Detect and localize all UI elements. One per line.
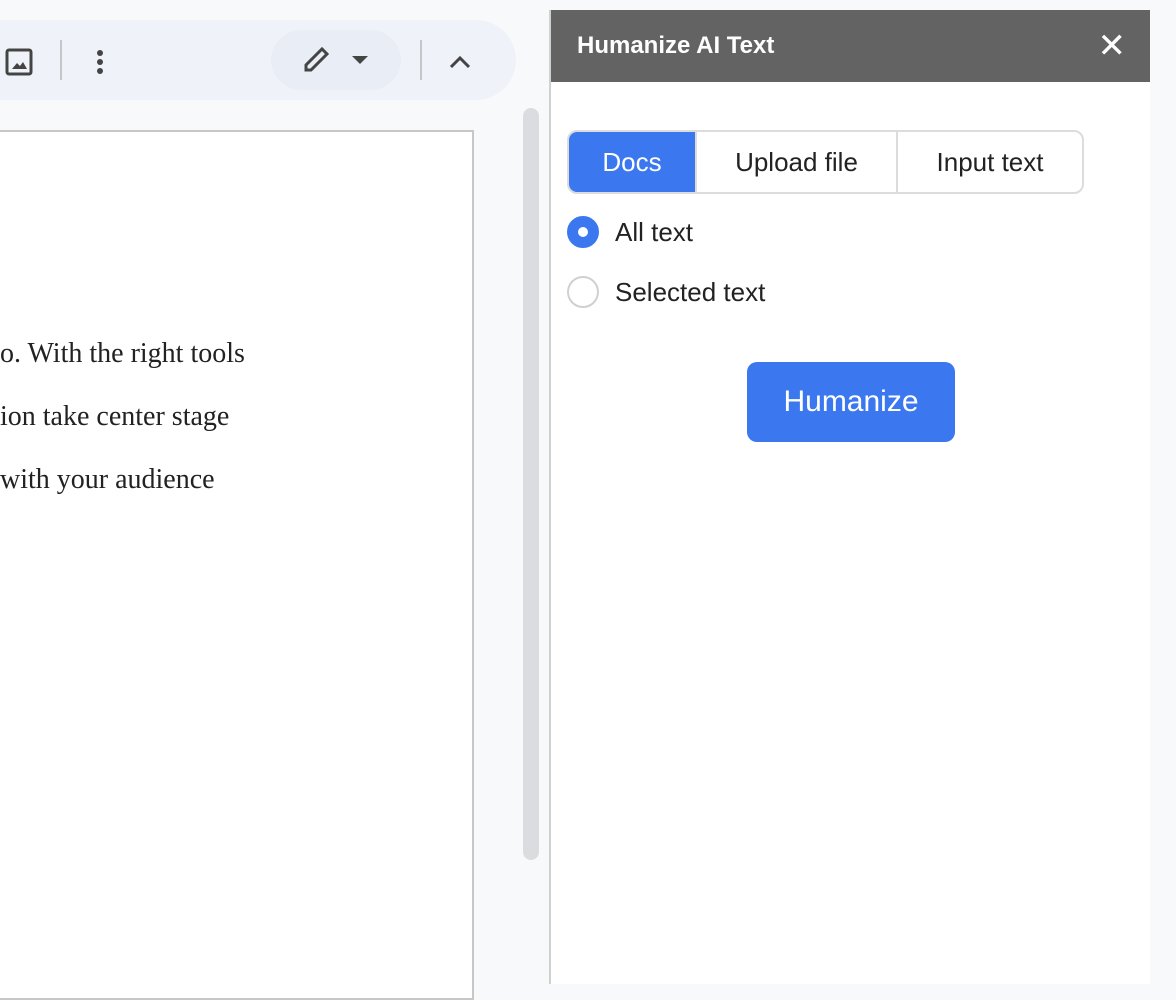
editing-mode-button[interactable] (271, 30, 401, 90)
tab-input-text[interactable]: Input text (898, 132, 1082, 192)
document-line: o. With the right tools (0, 338, 245, 369)
edit-pencil-icon (304, 46, 330, 72)
humanize-button[interactable]: Humanize (747, 362, 955, 442)
toolbar-divider (60, 40, 62, 80)
radio-label: All text (615, 216, 694, 247)
humanize-sidebar: Humanize AI Text ✕ Docs Upload file Inpu… (549, 10, 1150, 984)
toolbar-divider (420, 40, 422, 80)
image-icon[interactable] (5, 47, 33, 77)
document-line: ion take center stage (0, 401, 230, 432)
sidebar-header: Humanize AI Text ✕ (551, 10, 1150, 82)
sidebar-title: Humanize AI Text (577, 32, 775, 59)
tab-upload-file[interactable]: Upload file (697, 132, 898, 192)
document-page[interactable]: o. With the right tools ion take center … (0, 130, 474, 1000)
radio-unchecked-icon[interactable] (567, 276, 599, 308)
source-tabs: Docs Upload file Input text (567, 130, 1084, 194)
document-scrollbar[interactable] (523, 108, 539, 860)
radio-checked-icon[interactable] (567, 216, 599, 248)
chevron-up-icon[interactable] (449, 54, 471, 70)
radio-all-text[interactable]: All text (567, 216, 693, 248)
close-icon[interactable]: ✕ (1098, 29, 1127, 63)
docs-toolbar (0, 20, 516, 100)
more-vert-icon[interactable] (94, 48, 106, 76)
radio-selected-text[interactable]: Selected text (567, 276, 765, 308)
dropdown-arrow-icon (352, 56, 368, 64)
tab-docs[interactable]: Docs (569, 132, 697, 192)
radio-label: Selected text (615, 276, 766, 307)
document-line: with your audience (0, 464, 215, 495)
